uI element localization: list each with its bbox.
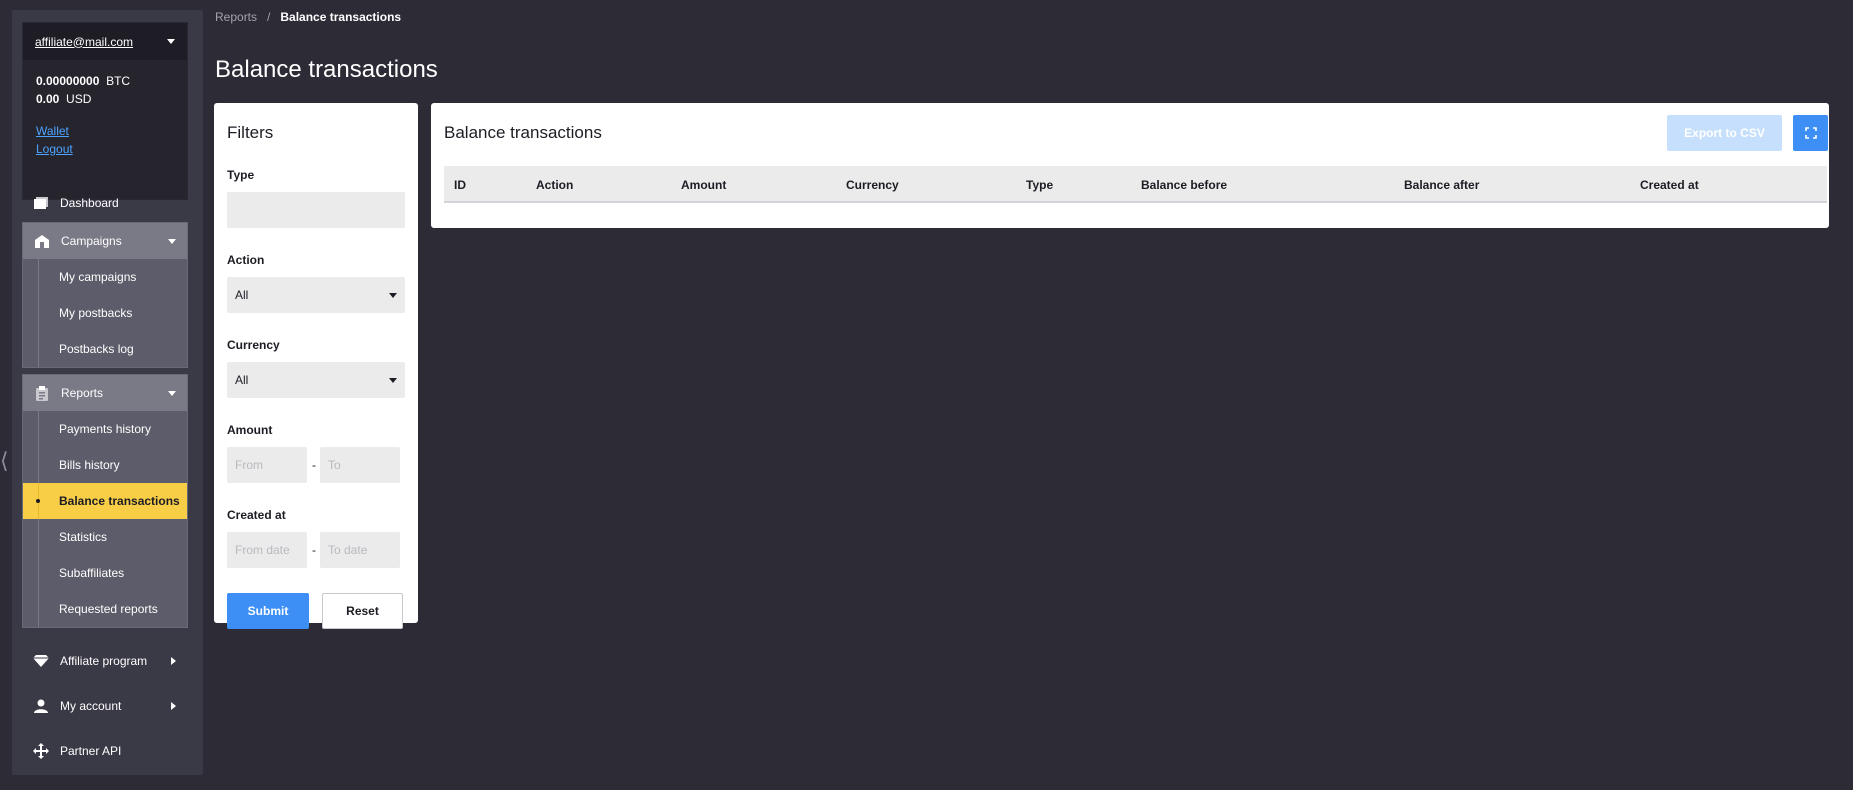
diamond-icon (22, 655, 60, 667)
column-header-balance-after[interactable]: Balance after (1404, 178, 1479, 192)
nav-dashboard-label: Dashboard (60, 196, 119, 210)
column-header-type[interactable]: Type (1026, 178, 1053, 192)
breadcrumb-separator: / (267, 10, 271, 24)
amount-label: Amount (227, 423, 273, 437)
action-select[interactable]: All (227, 277, 405, 313)
caret-down-icon (168, 390, 176, 396)
sidebar: affiliate@mail.com 0.00000000 BTC 0.00 U… (12, 10, 203, 775)
nav-dashboard[interactable]: Dashboard (22, 185, 188, 221)
sidebar-item-requested-reports[interactable]: Requested reports (23, 591, 187, 627)
caret-down-icon (389, 292, 397, 298)
usd-amount: 0.00 (36, 92, 60, 106)
panel-title: Balance transactions (444, 123, 602, 142)
created-at-label: Created at (227, 508, 286, 522)
nav-reports-label: Reports (61, 386, 104, 400)
sidebar-item-bills-history[interactable]: Bills history (23, 447, 187, 483)
nav-group-campaigns: Campaigns My campaigns My postbacks Post… (22, 222, 188, 368)
nav-affiliate-program-label: Affiliate program (60, 654, 148, 668)
nav-campaigns-label: Campaigns (61, 234, 122, 248)
sidebar-item-postbacks-log[interactable]: Postbacks log (23, 331, 187, 367)
range-dash: - (312, 543, 316, 557)
wallet-link[interactable]: Wallet (36, 122, 174, 140)
column-header-id[interactable]: ID (454, 178, 466, 192)
column-header-action[interactable]: Action (536, 178, 573, 192)
breadcrumb-current: Balance transactions (280, 10, 402, 24)
filters-panel: Filters Type Action All Currency All Amo… (214, 103, 418, 629)
column-header-balance-before[interactable]: Balance before (1141, 178, 1227, 192)
nav-partner-api-label: Partner API (60, 744, 122, 758)
collapse-sidebar-icon[interactable]: ⟨ (0, 448, 9, 474)
sidebar-item-my-campaigns[interactable]: My campaigns (23, 259, 187, 295)
account-box: affiliate@mail.com 0.00000000 BTC 0.00 U… (22, 22, 188, 200)
btc-unit: BTC (106, 74, 131, 88)
move-arrows-icon (22, 743, 60, 759)
action-select-value: All (235, 288, 249, 302)
clipboard-icon (23, 385, 61, 401)
submit-button[interactable]: Submit (227, 593, 309, 629)
sidebar-item-balance-transactions[interactable]: Balance transactions (23, 483, 187, 519)
nav-my-account-label: My account (60, 699, 122, 713)
balance-info: 0.00000000 BTC 0.00 USD (23, 60, 187, 108)
sidebar-item-statistics[interactable]: Statistics (23, 519, 187, 555)
currency-select-value: All (235, 373, 249, 387)
nav-my-account[interactable]: My account (22, 688, 188, 724)
home-icon (23, 234, 61, 248)
page-title: Balance transactions (215, 56, 438, 83)
usd-unit: USD (66, 92, 92, 106)
active-dot-icon (36, 499, 40, 503)
logout-link[interactable]: Logout (36, 140, 174, 158)
user-icon (22, 699, 60, 713)
action-label: Action (227, 253, 265, 267)
caret-down-icon (168, 238, 176, 244)
chevron-right-icon (171, 657, 176, 665)
column-header-currency[interactable]: Currency (846, 178, 899, 192)
btc-amount: 0.00000000 (36, 74, 100, 88)
amount-range: From - To (227, 447, 405, 483)
created-at-range: From date - To date (227, 532, 405, 568)
account-dropdown[interactable]: affiliate@mail.com (23, 23, 187, 60)
amount-to-input[interactable]: To (320, 447, 400, 483)
type-label: Type (227, 168, 255, 182)
caret-down-icon (167, 39, 175, 44)
nav-affiliate-program[interactable]: Affiliate program (22, 643, 188, 679)
export-csv-button[interactable]: Export to CSV (1667, 115, 1782, 151)
chevron-right-icon (171, 702, 176, 710)
created-to-input[interactable]: To date (320, 532, 400, 568)
transactions-panel: Balance transactions Export to CSV ID Ac… (431, 103, 1829, 228)
sidebar-item-subaffiliates[interactable]: Subaffiliates (23, 555, 187, 591)
account-email[interactable]: affiliate@mail.com (35, 35, 133, 49)
sidebar-item-my-postbacks[interactable]: My postbacks (23, 295, 187, 331)
sidebar-item-label: Balance transactions (59, 494, 180, 508)
table-header: ID Action Amount Currency Type Balance b… (444, 166, 1827, 203)
filters-title: Filters (227, 123, 274, 142)
column-header-created-at[interactable]: Created at (1640, 178, 1699, 192)
currency-label: Currency (227, 338, 280, 352)
dashboard-icon (22, 197, 60, 209)
column-header-amount[interactable]: Amount (681, 178, 726, 192)
reset-button[interactable]: Reset (322, 593, 403, 629)
currency-select[interactable]: All (227, 362, 405, 398)
caret-down-icon (389, 377, 397, 383)
nav-partner-api[interactable]: Partner API (22, 733, 188, 769)
nav-group-reports: Reports Payments history Bills history B… (22, 374, 188, 628)
nav-campaigns[interactable]: Campaigns (23, 223, 187, 259)
type-input[interactable] (227, 192, 405, 228)
fullscreen-icon (1804, 127, 1817, 139)
sidebar-item-payments-history[interactable]: Payments history (23, 411, 187, 447)
amount-from-input[interactable]: From (227, 447, 307, 483)
breadcrumb: Reports / Balance transactions (215, 10, 401, 24)
breadcrumb-reports[interactable]: Reports (215, 10, 257, 24)
range-dash: - (312, 458, 316, 472)
fullscreen-button[interactable] (1793, 115, 1828, 151)
nav-reports[interactable]: Reports (23, 375, 187, 411)
created-from-input[interactable]: From date (227, 532, 307, 568)
